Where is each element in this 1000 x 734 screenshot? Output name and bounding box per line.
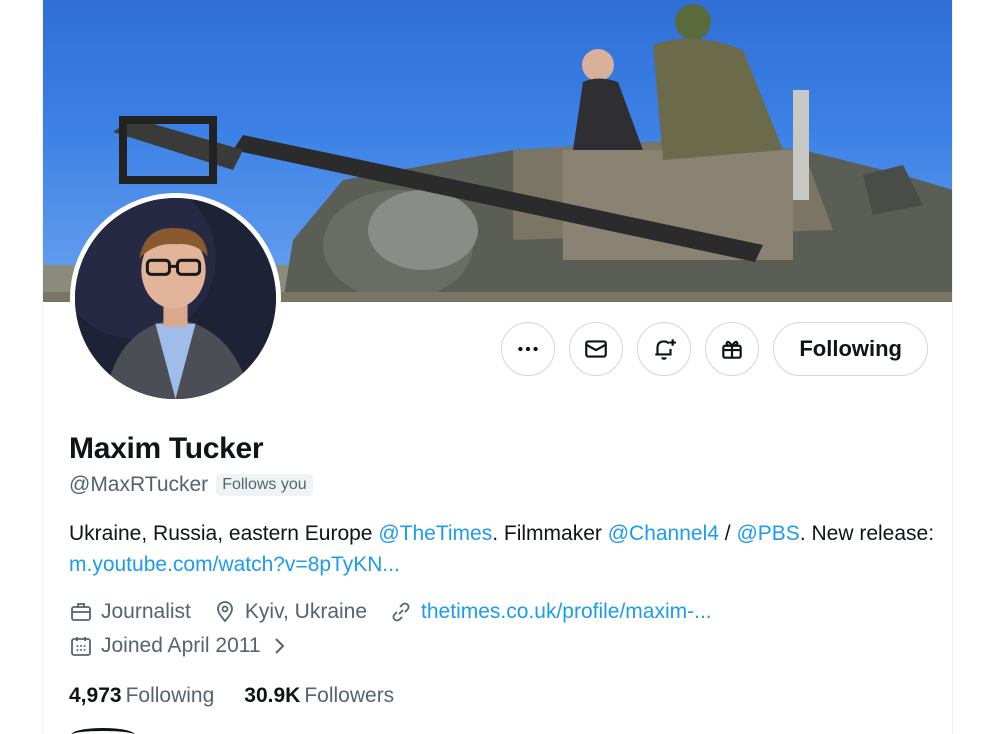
bio-text: / xyxy=(718,522,737,545)
mention-channel4[interactable]: @Channel4 xyxy=(608,522,719,545)
more-icon xyxy=(518,346,539,352)
location-label: Kyiv, Ukraine xyxy=(244,600,368,623)
profession: Journalist xyxy=(69,600,191,624)
following-count: 4,973 xyxy=(69,684,122,707)
following-label: Following xyxy=(125,684,215,707)
bio-text: . New release: xyxy=(799,522,935,545)
profession-label: Journalist xyxy=(101,600,191,623)
more-button[interactable] xyxy=(501,322,556,376)
briefcase-icon xyxy=(71,603,91,621)
calendar-icon xyxy=(71,637,91,656)
profile-actions: Following xyxy=(501,322,928,376)
envelope-icon xyxy=(585,340,608,358)
profile-stats: 4,973 Following 30.9K Followers xyxy=(69,684,394,708)
gift-button[interactable] xyxy=(705,322,760,376)
followers-stat[interactable]: 30.9K Followers xyxy=(244,684,394,708)
profile-bio: Ukraine, Russia, eastern Europe @TheTime… xyxy=(69,518,939,580)
website-link[interactable]: thetimes.co.uk/profile/maxim-... xyxy=(421,600,712,624)
profile-meta-joined: Joined April 2011 xyxy=(69,634,321,658)
location: Kyiv, Ukraine xyxy=(213,600,367,624)
profile-handle: @MaxRTucker xyxy=(69,473,209,496)
message-button[interactable] xyxy=(569,322,624,376)
profile-page: Following Maxim Tucker @MaxRTucker Follo… xyxy=(42,0,953,734)
following-stat[interactable]: 4,973 Following xyxy=(69,684,214,708)
link-icon xyxy=(392,602,410,622)
joined[interactable]: Joined April 2011 xyxy=(69,634,299,658)
avatar-image xyxy=(75,198,276,399)
website[interactable]: thetimes.co.uk/profile/maxim-... xyxy=(389,600,712,624)
following-button[interactable]: Following xyxy=(773,322,928,376)
mention-thetimes[interactable]: @TheTimes xyxy=(378,522,492,545)
followers-count: 30.9K xyxy=(244,684,301,707)
handle-row: @MaxRTucker Follows you xyxy=(69,473,313,497)
followers-label: Followers xyxy=(304,684,395,707)
follows-you-badge: Follows you xyxy=(216,474,313,496)
bio-text: Ukraine, Russia, eastern Europe xyxy=(69,522,379,545)
scroll-hint xyxy=(71,728,135,734)
notify-button[interactable] xyxy=(637,322,692,376)
profile-meta: Journalist Kyiv, Ukraine thetimes.co.uk/… xyxy=(69,600,734,624)
joined-label: Joined April 2011 xyxy=(101,634,261,657)
profile-avatar[interactable] xyxy=(70,193,281,404)
bio-text: . Filmmaker xyxy=(492,522,608,545)
bell-plus-icon xyxy=(655,339,677,360)
mention-pbs[interactable]: @PBS xyxy=(736,522,799,545)
gift-icon xyxy=(722,340,743,359)
location-pin-icon xyxy=(216,601,233,623)
bio-youtube-link[interactable]: m.youtube.com/watch?v=8pTyKN... xyxy=(69,553,400,576)
chevron-right-icon xyxy=(274,638,284,654)
profile-name: Maxim Tucker xyxy=(69,432,264,465)
